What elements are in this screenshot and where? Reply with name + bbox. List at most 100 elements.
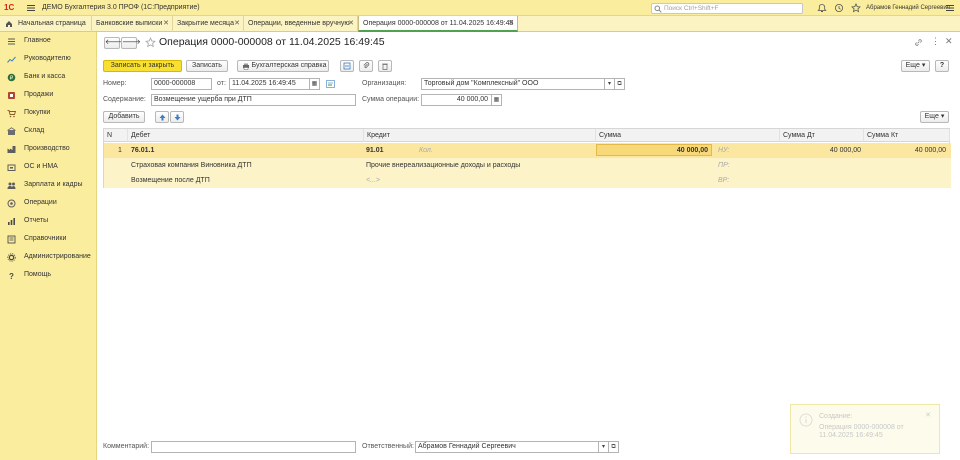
table-row[interactable]: Возмещение после ДТП <...> ВР:: [104, 173, 951, 188]
tab-operation-0008[interactable]: Операция 0000-000008 от 11.04.2025 16:49…: [358, 16, 518, 32]
close-icon[interactable]: ✕: [925, 411, 931, 419]
sidebar-item-menu[interactable]: Главное: [0, 32, 96, 50]
column-header-sum[interactable]: Сумма: [596, 129, 780, 142]
column-header-sum-dt[interactable]: Сумма Дт: [780, 129, 864, 142]
tab-label: Начальная страница: [18, 20, 86, 27]
creation-notification[interactable]: Создание: Операция 0000-000008 от 11.04.…: [790, 404, 940, 454]
cell-credit-account[interactable]: 91.01: [366, 143, 384, 158]
attach-button[interactable]: [359, 60, 373, 72]
sidebar-item-assets[interactable]: ОС и НМА: [0, 158, 96, 176]
sidebar-item-reports[interactable]: Отчеты: [0, 212, 96, 230]
forward-button[interactable]: 🡒: [121, 37, 141, 49]
tab-label: Банковские выписки: [96, 20, 163, 27]
tab-home[interactable]: Начальная страница: [0, 16, 92, 32]
accounting-report-button[interactable]: Бухгалтерская справка: [237, 60, 329, 72]
delete-button[interactable]: [378, 60, 392, 72]
more-button[interactable]: Еще ▾: [901, 60, 930, 72]
move-down-button[interactable]: [170, 111, 184, 123]
date-field[interactable]: 11.04.2025 16:49:45: [229, 78, 310, 90]
bell-icon[interactable]: [817, 3, 827, 13]
cell-credit-subconto-1[interactable]: Прочие внереализационные доходы и расход…: [366, 158, 520, 173]
sidebar-item-operations[interactable]: Операции: [0, 194, 96, 212]
favorites-star-icon[interactable]: [851, 3, 861, 13]
global-search-input[interactable]: Поиск Ctrl+Shift+F: [651, 3, 803, 14]
form-close-icon[interactable]: ✕: [945, 36, 953, 47]
app-title: ДЕМО Бухгалтерия 3.0 ПРОФ (1С:Предприяти…: [42, 4, 200, 11]
column-header-credit[interactable]: Кредит: [364, 129, 596, 142]
cell-credit-quantity[interactable]: Кол.: [419, 143, 433, 158]
window-menu-icon[interactable]: [945, 3, 955, 13]
dropdown-arrow-icon[interactable]: ▾: [599, 441, 609, 453]
gear-icon: [7, 253, 16, 262]
table-row[interactable]: 1 76.01.1 91.01 Кол. 40 000,00 НУ: 40 00…: [104, 143, 951, 158]
number-field[interactable]: 0000-000008: [151, 78, 212, 90]
save-and-close-button[interactable]: Записать и закрыть: [103, 60, 182, 72]
form-menu-icon[interactable]: ⋮: [931, 36, 940, 47]
tab-bank-statements[interactable]: Банковские выписки ✕: [92, 16, 173, 32]
close-icon[interactable]: ✕: [234, 16, 240, 31]
menu-icon: [8, 38, 15, 45]
cell-tax-vr: ВР:: [718, 177, 730, 184]
cell-sum-dt[interactable]: 40 000,00: [780, 143, 861, 158]
notification-text[interactable]: Операция 0000-000008 от 11.04.2025 16:49…: [819, 424, 927, 440]
cell-sum[interactable]: 40 000,00: [596, 144, 712, 156]
form-title: Операция 0000-000008 от 11.04.2025 16:49…: [159, 36, 385, 48]
sidebar-item-factory[interactable]: Производство: [0, 140, 96, 158]
sidebar-item-sales[interactable]: Продажи: [0, 86, 96, 104]
move-up-button[interactable]: [155, 111, 169, 123]
add-row-button[interactable]: Добавить: [103, 111, 145, 123]
current-user[interactable]: Абрамов Геннадий Сергеевич: [866, 0, 950, 16]
back-button[interactable]: 🡐: [104, 37, 124, 49]
sidebar-item-book[interactable]: Справочники: [0, 230, 96, 248]
structure-button[interactable]: [340, 60, 354, 72]
close-icon[interactable]: ✕: [163, 16, 169, 31]
table-row[interactable]: Страховая компания Виновника ДТП Прочие …: [104, 158, 951, 173]
home-icon: [6, 21, 12, 27]
app-logo: 1С: [4, 3, 15, 12]
help-button[interactable]: ?: [935, 60, 949, 72]
sidebar-item-label: Отчеты: [24, 217, 49, 224]
cell-debit-account[interactable]: 76.01.1: [131, 143, 154, 158]
tab-manual-operations[interactable]: Операции, введенные вручную ✕: [244, 16, 358, 32]
sidebar-item-cart[interactable]: Покупки: [0, 104, 96, 122]
cell-debit-subconto-1[interactable]: Страховая компания Виновника ДТП: [131, 158, 252, 173]
comment-field[interactable]: [151, 441, 356, 453]
sidebar-item-gear[interactable]: Администрирование: [0, 248, 96, 266]
column-header-n[interactable]: N: [104, 129, 128, 142]
tab-label: Операции, введенные вручную: [248, 20, 350, 27]
cell-sum-kt[interactable]: 40 000,00: [864, 143, 946, 158]
close-icon[interactable]: ✕: [348, 16, 354, 31]
responsible-field[interactable]: Абрамов Геннадий Сергеевич: [415, 441, 599, 453]
favorite-star-icon[interactable]: [145, 37, 156, 48]
open-link-icon[interactable]: ⧉: [609, 441, 619, 453]
column-header-debit[interactable]: Дебет: [128, 129, 364, 142]
sidebar-item-bank[interactable]: ₽ Банк и касса: [0, 68, 96, 86]
sidebar-item-label: Помощь: [24, 271, 52, 278]
sidebar-item-warehouse[interactable]: Склад: [0, 122, 96, 140]
link-icon[interactable]: [914, 38, 923, 47]
content-field[interactable]: Возмещение ущерба при ДТП: [151, 94, 356, 106]
dropdown-arrow-icon[interactable]: ▾: [605, 78, 615, 90]
cell-debit-subconto-2[interactable]: Возмещение после ДТП: [131, 173, 210, 188]
sidebar-item-help[interactable]: ? Помощь: [0, 266, 96, 284]
main-menu-icon[interactable]: [26, 3, 36, 13]
button-label: Еще: [924, 113, 939, 120]
cell-credit-subconto-2[interactable]: <...>: [366, 173, 380, 188]
table-more-button[interactable]: Еще ▾: [920, 111, 949, 123]
calendar-icon[interactable]: ▦: [310, 78, 320, 90]
history-icon[interactable]: [834, 3, 844, 13]
notification-title: Создание:: [819, 413, 853, 420]
open-link-icon[interactable]: ⧉: [615, 78, 625, 90]
sidebar-item-chart[interactable]: Руководителю: [0, 50, 96, 68]
save-button[interactable]: Записать: [186, 60, 228, 72]
sidebar-item-people[interactable]: Зарплата и кадры: [0, 176, 96, 194]
operation-sum-field[interactable]: 40 000,00: [421, 94, 492, 106]
close-icon[interactable]: ✕: [508, 16, 514, 31]
tab-month-close[interactable]: Закрытие месяца ✕: [173, 16, 244, 32]
column-header-sum-kt[interactable]: Сумма Кт: [864, 129, 950, 142]
organization-field[interactable]: Торговый дом "Комплексный" ООО: [421, 78, 605, 90]
document-status-icon[interactable]: [326, 80, 335, 88]
calculator-icon[interactable]: ▦: [492, 94, 502, 106]
cart-icon: [7, 110, 16, 118]
sidebar-item-label: Администрирование: [24, 253, 91, 260]
